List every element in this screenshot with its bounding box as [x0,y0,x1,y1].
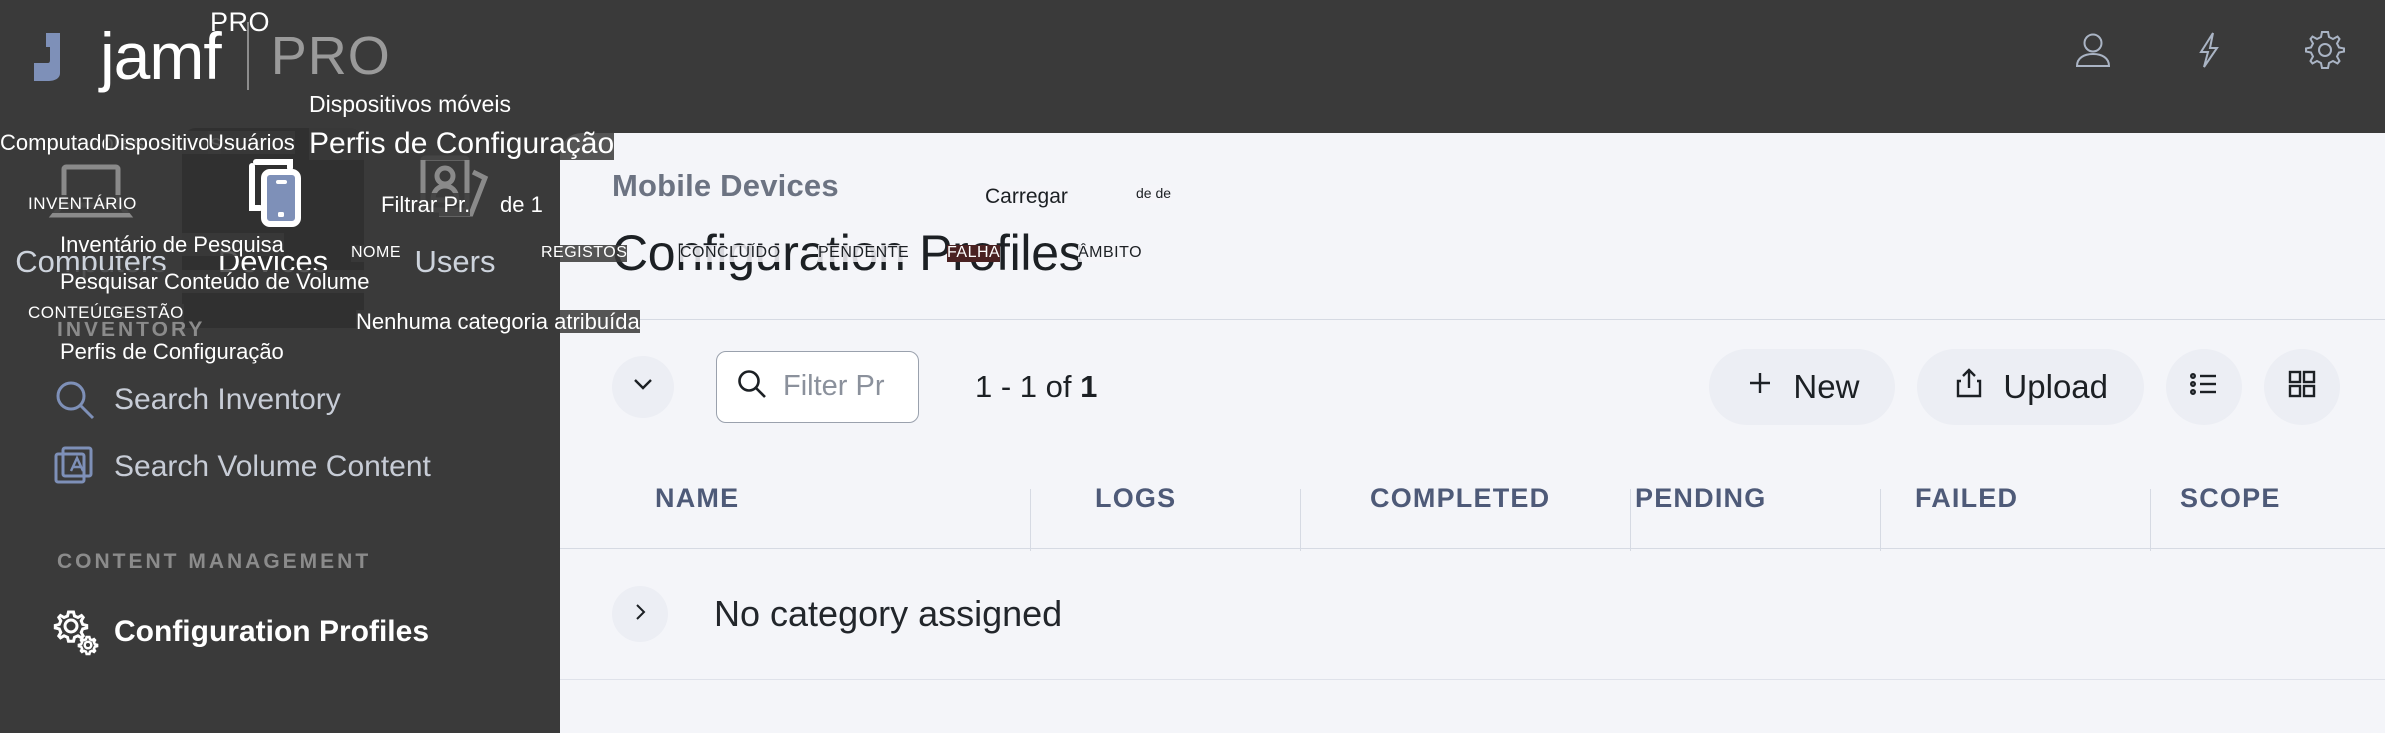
plus-icon [1745,368,1775,406]
sidebar-item-search-inventory[interactable]: Search Inventory [0,366,560,433]
column-header-name[interactable]: NAME [655,453,739,548]
result-count-total: 1 [1080,368,1098,404]
upload-button-label: Upload [2003,367,2108,405]
column-header-failed[interactable]: FAILED [1915,453,2018,548]
list-view-icon [2187,367,2221,406]
jamf-logo-mark [30,27,92,85]
sidebar-section-inventory: INVENTORY [57,318,206,341]
upload-button[interactable]: Upload [1917,348,2144,425]
column-header-logs[interactable]: LOGS [1095,453,1176,548]
nav-tab-devices[interactable]: Devices [182,128,364,328]
magnifier-icon [52,377,114,423]
lightning-bolt-icon[interactable] [2187,28,2231,72]
top-bar-actions [2071,28,2347,72]
new-button[interactable]: New [1709,348,1896,425]
content-toolbar: Filter Pr 1 - 1 of 1 New Upload [560,320,2385,453]
sidebar-item-search-volume-content-label: Search Volume Content [114,449,431,483]
nav-tab-computers-label: Computers [15,244,167,279]
mobile-device-icon [228,146,318,238]
panel-header: Mobile Devices Configuration Profiles [612,168,1084,282]
table-header: NAME LOGS COMPLETED PENDING FAILED SCOPE [560,453,2385,551]
page-title: Configuration Profiles [612,225,1084,281]
column-header-scope[interactable]: SCOPE [2180,453,2281,548]
chevron-right-icon [627,599,653,630]
user-cards-icon [405,146,505,238]
sidebar-section-content-management: CONTENT MANAGEMENT [57,550,372,573]
nav-tab-computers[interactable]: Computers [0,128,182,328]
sidebar-item-configuration-profiles-label: Configuration Profiles [114,614,429,648]
nav-tab-users[interactable]: Users [364,128,546,328]
table-row[interactable]: No category assigned [560,549,2385,679]
column-divider [2150,489,2151,551]
column-divider [1030,489,1031,551]
nav-tab-users-label: Users [414,244,496,279]
user-account-icon[interactable] [2071,28,2115,72]
collapse-toggle-button[interactable] [612,355,674,418]
brand-pro-superscript: PRO [210,7,271,37]
app-store-stack-icon [52,444,114,490]
grid-view-toggle[interactable] [2264,348,2340,425]
column-header-completed[interactable]: COMPLETED [1370,453,1550,548]
column-header-pending[interactable]: PENDING [1635,453,1766,548]
search-icon [735,367,769,406]
app-root: PRO jamf PRO Computers Devices Users INV… [0,0,2385,733]
laptop-icon [46,146,136,238]
panel-eyebrow: Mobile Devices [612,168,839,203]
top-bar: PRO jamf PRO [0,0,2385,133]
filter-search-input[interactable]: Filter Pr [716,350,919,423]
chevron-down-icon [628,369,658,404]
content-panel: Mobile Devices Configuration Profiles Fi… [560,133,2385,733]
column-divider [1630,489,1631,551]
sidebar-item-search-volume-content[interactable]: Search Volume Content [0,433,560,500]
row-name: No category assigned [714,593,1063,634]
gears-icon [52,608,114,656]
column-divider [1880,489,1881,551]
sidebar: INVENTORY Search Inventory Search Volume… [0,318,560,665]
sidebar-item-search-inventory-label: Search Inventory [114,382,341,416]
sidebar-item-configuration-profiles[interactable]: Configuration Profiles [0,598,560,665]
column-divider [1300,489,1301,551]
app-shell: PRO jamf PRO Computers Devices Users INV… [0,0,2385,733]
result-count-range: 1 - 1 of [975,368,1081,404]
gear-settings-icon[interactable] [2303,28,2347,72]
nav-tab-devices-label: Devices [217,244,329,279]
brand-wordmark: jamf [100,19,222,93]
filter-search-placeholder: Filter Pr [783,370,885,402]
new-button-label: New [1793,367,1860,405]
upload-share-icon [1953,366,1985,408]
result-count: 1 - 1 of 1 [975,369,1097,405]
jamf-pro-logo[interactable]: PRO jamf PRO [30,7,391,93]
brand-pro-label: PRO [270,26,391,86]
table-row-divider [560,679,2385,680]
toolbar-actions: New Upload [1709,348,2385,425]
grid-view-icon [2285,367,2319,406]
row-expand-button[interactable] [612,586,668,642]
primary-nav-tabs: Computers Devices Users [0,128,546,328]
list-view-toggle[interactable] [2166,348,2242,425]
